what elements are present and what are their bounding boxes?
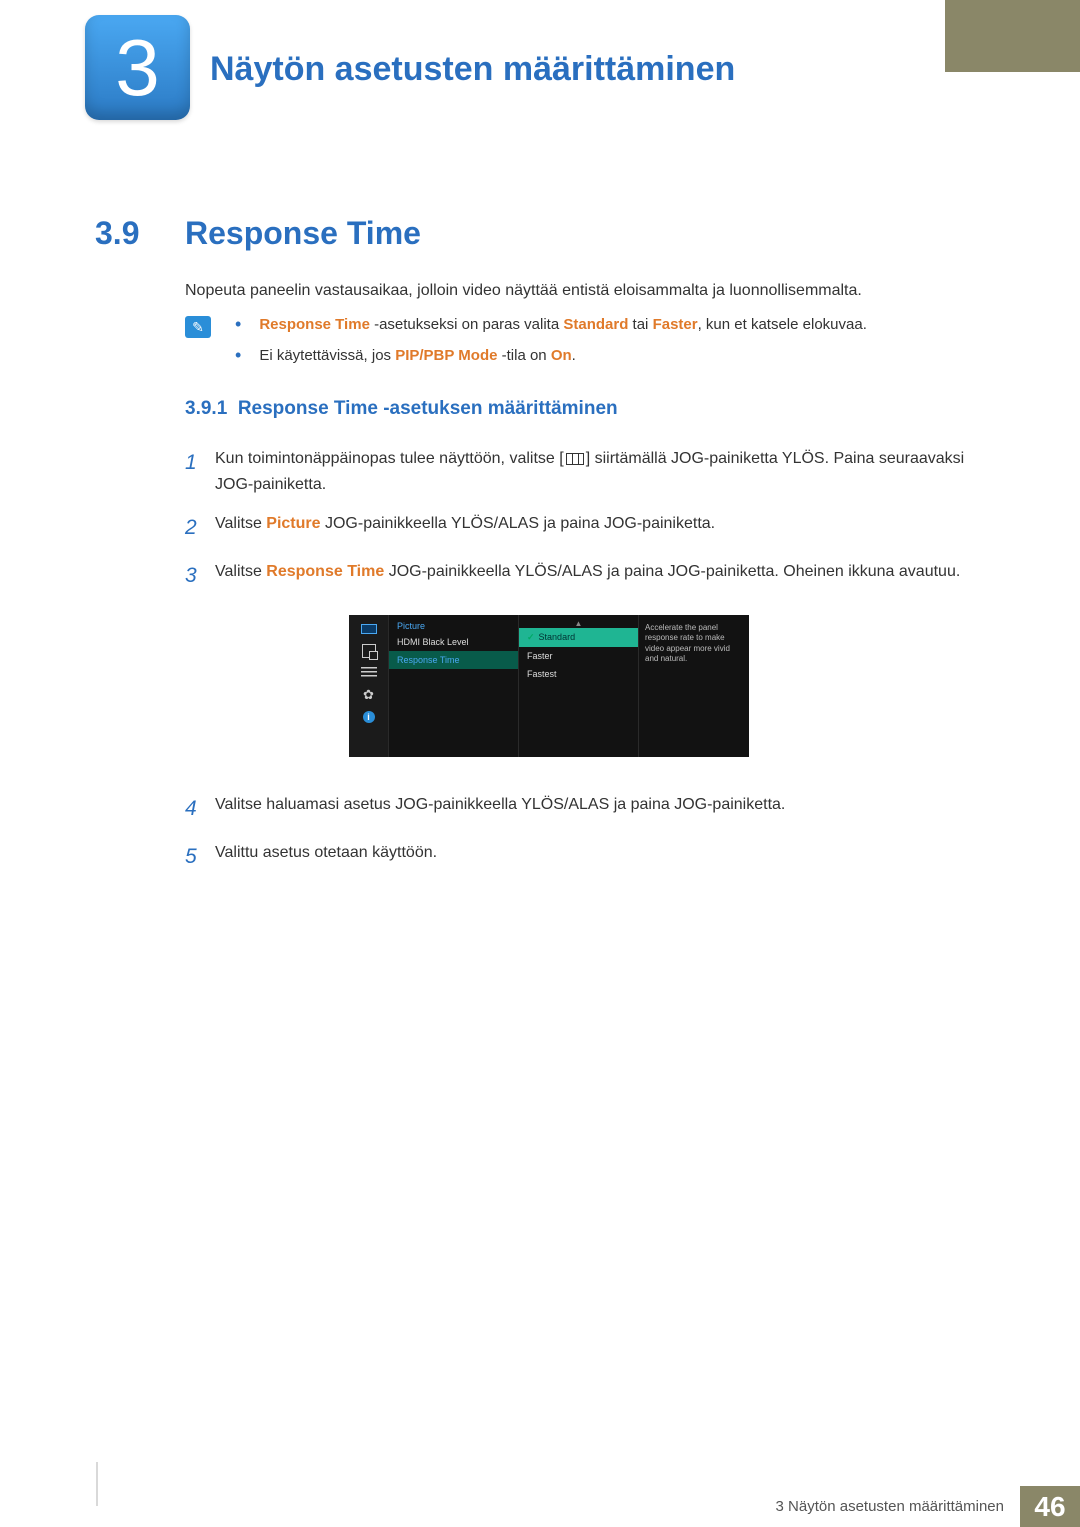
list-icon: [359, 665, 379, 681]
osd-menu-item-active: Response Time: [389, 651, 518, 669]
section-number: 3.9: [95, 215, 139, 252]
step-5: 5 Valittu asetus otetaan käyttöön.: [185, 840, 975, 874]
osd-screenshot: ✿ i Picture HDMI Black Level Response Ti…: [349, 615, 749, 757]
info-icon: i: [359, 709, 379, 725]
monitor-icon: [359, 621, 379, 637]
note-list: • Response Time -asetukseksi on paras va…: [235, 316, 965, 378]
steps-list-lower: 4 Valitse haluamasi asetus JOG-painikkee…: [185, 792, 975, 887]
step-number: 4: [185, 792, 215, 826]
header-accent-bar: [945, 0, 1080, 72]
step-1: 1 Kun toimintonäppäinopas tulee näyttöön…: [185, 446, 975, 497]
steps-list-upper: 1 Kun toimintonäppäinopas tulee näyttöön…: [185, 446, 975, 606]
osd-menu-header: Picture: [389, 619, 518, 633]
up-arrow-icon: ▲: [519, 619, 638, 628]
page-number: 46: [1020, 1486, 1080, 1527]
menu-icon: [566, 453, 584, 465]
osd-option: Fastest: [519, 665, 638, 683]
osd-option: Faster: [519, 647, 638, 665]
step-number: 5: [185, 840, 215, 874]
intro-paragraph: Nopeuta paneelin vastausaikaa, jolloin v…: [185, 282, 862, 300]
bullet-icon: •: [235, 347, 241, 364]
footer-text: 3 Näytön asetusten määrittäminen: [760, 1486, 1020, 1527]
pip-icon: [359, 643, 379, 659]
check-icon: ✓: [527, 632, 535, 642]
step-2: 2 Valitse Picture JOG-painikkeella YLÖS/…: [185, 511, 975, 545]
page-footer: 3 Näytön asetusten määrittäminen 46: [760, 1486, 1080, 1527]
note-icon: ✎: [185, 316, 211, 338]
section-title: Response Time: [185, 215, 421, 252]
step-4: 4 Valitse haluamasi asetus JOG-painikkee…: [185, 792, 975, 826]
osd-description: Accelerate the panel response rate to ma…: [639, 615, 749, 757]
step-number: 2: [185, 511, 215, 545]
left-margin-rule: [96, 1462, 98, 1506]
chapter-title: Näytön asetusten määrittäminen: [210, 50, 735, 89]
chapter-number-badge: 3: [85, 15, 190, 120]
bullet-icon: •: [235, 316, 241, 333]
osd-menu-column: Picture HDMI Black Level Response Time: [389, 615, 519, 757]
osd-option-selected: ✓Standard: [519, 628, 638, 647]
note-item-2: • Ei käytettävissä, jos PIP/PBP Mode -ti…: [235, 347, 965, 364]
step-number: 3: [185, 559, 215, 593]
step-3: 3 Valitse Response Time JOG-painikkeella…: [185, 559, 975, 593]
note-item-1: • Response Time -asetukseksi on paras va…: [235, 316, 965, 333]
subsection-heading: 3.9.1 Response Time -asetuksen määrittäm…: [185, 398, 618, 420]
step-number: 1: [185, 446, 215, 497]
osd-menu-item: HDMI Black Level: [389, 633, 518, 651]
osd-options-column: ▲ ✓Standard Faster Fastest: [519, 615, 639, 757]
gear-icon: ✿: [359, 687, 379, 703]
osd-sidebar: ✿ i: [349, 615, 389, 757]
note1-term1: Response Time: [259, 316, 370, 333]
